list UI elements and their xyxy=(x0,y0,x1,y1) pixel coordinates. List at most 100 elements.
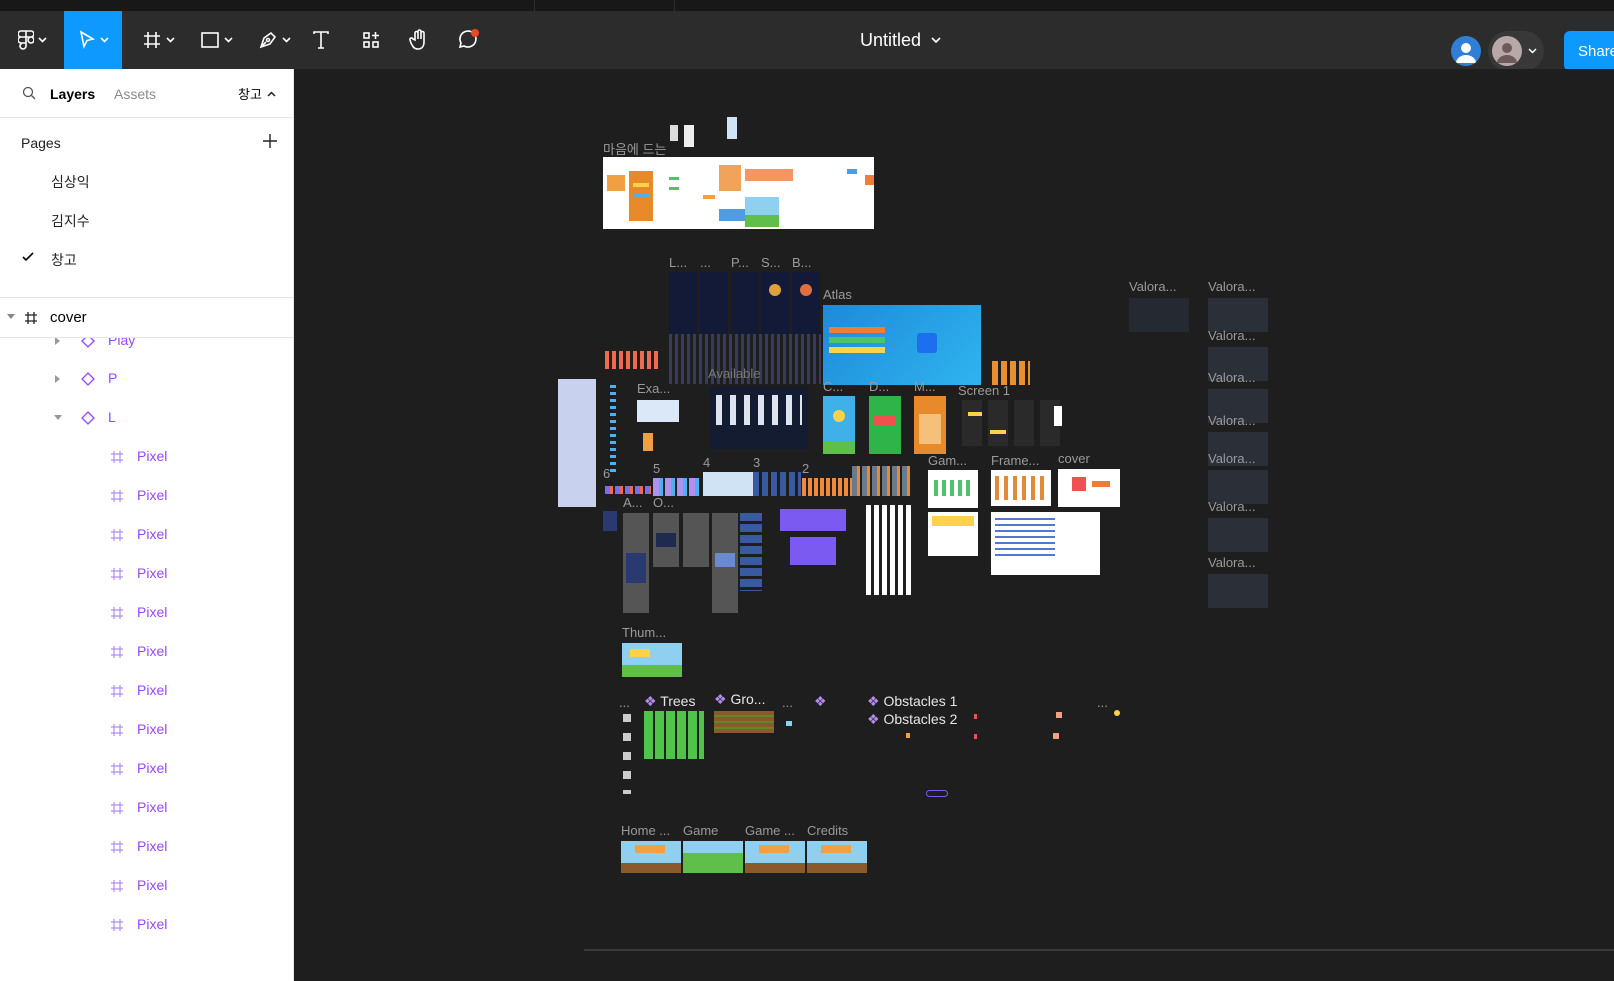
frame-thumbnail[interactable] xyxy=(780,509,846,531)
chevron-down-icon[interactable] xyxy=(7,314,15,320)
icon-row[interactable] xyxy=(605,351,661,369)
add-page-icon[interactable] xyxy=(262,133,278,149)
component-cloud[interactable] xyxy=(786,721,792,726)
frame-thumbnail[interactable] xyxy=(1208,298,1268,332)
frame-thumbnail[interactable] xyxy=(731,272,759,334)
move-tool-button[interactable] xyxy=(64,11,122,69)
layer-frame[interactable]: Pixel xyxy=(0,516,293,554)
frame-thumbnail[interactable] xyxy=(962,400,1062,446)
frame-thumbnail[interactable] xyxy=(653,478,699,496)
resources-tool-button[interactable] xyxy=(356,11,386,69)
frame-thumbnail[interactable] xyxy=(712,513,738,613)
frame-thumbnail[interactable] xyxy=(914,396,946,454)
frame-thumbnail[interactable] xyxy=(622,643,682,677)
frame-thumbnail[interactable] xyxy=(653,513,679,567)
collaborator-menu[interactable] xyxy=(1488,31,1544,71)
frame-thumbnail[interactable] xyxy=(790,537,836,565)
canvas-scrollbar[interactable] xyxy=(584,949,1614,951)
layer-frame[interactable]: Pixel xyxy=(0,711,293,749)
tab-assets[interactable]: Assets xyxy=(114,86,156,102)
frame-thumbnail[interactable] xyxy=(852,466,912,496)
user-avatar[interactable] xyxy=(1451,36,1481,66)
file-title[interactable]: Untitled xyxy=(860,11,941,69)
frame-thumbnail[interactable] xyxy=(700,272,728,334)
component-button[interactable] xyxy=(926,790,948,797)
frame-thumbnail[interactable] xyxy=(753,472,801,496)
frame-thumbnail[interactable] xyxy=(991,512,1100,575)
layer-frame[interactable]: Pixel xyxy=(0,633,293,671)
layer-component[interactable]: L xyxy=(0,399,293,437)
design-canvas[interactable]: 마음에 드는 L... ... P... S... B... Atlas Exa… xyxy=(294,69,1614,981)
chevron-down-icon[interactable] xyxy=(54,415,62,421)
layer-frame[interactable]: Pixel xyxy=(0,594,293,632)
layer-frame[interactable]: Pixel xyxy=(0,828,293,866)
frame-thumbnail[interactable] xyxy=(558,379,596,507)
frame-thumbnail[interactable] xyxy=(683,513,709,567)
frame-thumbnail[interactable] xyxy=(991,470,1051,506)
frame-thumbnail[interactable] xyxy=(802,478,852,496)
component-coin[interactable] xyxy=(1114,710,1120,716)
frame-home[interactable] xyxy=(621,841,681,873)
frame-favorites[interactable] xyxy=(603,157,874,229)
layer-frame[interactable]: Pixel xyxy=(0,906,293,944)
frame-thumbnail[interactable] xyxy=(1208,574,1268,608)
component-obstacle[interactable] xyxy=(974,734,977,739)
page-item[interactable]: 김지수 xyxy=(0,203,293,237)
frame-thumbnail[interactable] xyxy=(605,486,651,494)
frame-thumbnail[interactable] xyxy=(928,470,978,508)
text-tool-button[interactable] xyxy=(306,11,336,69)
shape-tool-button[interactable] xyxy=(192,11,240,69)
layer-frame[interactable]: Pixel xyxy=(0,438,293,476)
layer-frame[interactable]: Pixel xyxy=(0,867,293,905)
layer-component[interactable]: P xyxy=(0,360,293,398)
frame-thumbnail[interactable] xyxy=(684,125,694,147)
frame-thumbnail[interactable] xyxy=(703,472,753,496)
tab-layers[interactable]: Layers xyxy=(50,86,95,102)
frame-game[interactable] xyxy=(683,841,743,873)
frame-game-over[interactable] xyxy=(745,841,805,873)
frame-thumbnail[interactable] xyxy=(740,513,762,591)
chevron-right-icon[interactable] xyxy=(55,375,61,383)
share-button[interactable]: Share xyxy=(1564,31,1614,71)
layer-frame[interactable]: Pixel xyxy=(0,555,293,593)
page-item-selected[interactable]: 창고 xyxy=(0,242,293,276)
main-menu-button[interactable] xyxy=(8,11,56,69)
search-icon[interactable] xyxy=(22,86,36,100)
component-trees[interactable] xyxy=(644,711,704,759)
frame-thumbnail[interactable] xyxy=(623,513,649,613)
layer-frame[interactable]: Pixel xyxy=(0,789,293,827)
frame-cover[interactable] xyxy=(1058,469,1120,507)
comment-tool-button[interactable] xyxy=(452,11,484,69)
frame-tool-button[interactable] xyxy=(134,11,182,69)
frame-thumbnail[interactable] xyxy=(992,361,1030,385)
layer-frame[interactable]: Pixel xyxy=(0,750,293,788)
frame-thumbnail[interactable] xyxy=(669,272,697,334)
component-obstacle[interactable] xyxy=(906,733,910,738)
frame-thumbnail[interactable] xyxy=(670,125,678,141)
layer-frame[interactable]: Pixel xyxy=(0,672,293,710)
component-obstacle[interactable] xyxy=(1056,712,1062,718)
frame-thumbnail[interactable] xyxy=(1129,298,1189,332)
frame-thumbnail[interactable] xyxy=(603,511,617,531)
component-ground[interactable] xyxy=(714,711,774,733)
component-set[interactable] xyxy=(623,714,631,794)
frame-thumbnail[interactable] xyxy=(637,400,679,422)
hand-tool-button[interactable] xyxy=(404,11,434,69)
frame-thumbnail[interactable] xyxy=(1208,518,1268,552)
frame-atlas[interactable] xyxy=(823,305,981,385)
current-page-toggle[interactable]: 창고 xyxy=(238,84,276,103)
component-obstacle[interactable] xyxy=(974,714,977,719)
frame-thumbnail[interactable] xyxy=(792,272,820,334)
layer-frame[interactable]: Pixel xyxy=(0,477,293,515)
frame-thumbnail[interactable] xyxy=(643,433,653,451)
frame-thumbnail[interactable] xyxy=(727,117,737,139)
frame-thumbnail[interactable] xyxy=(928,512,978,556)
page-item[interactable]: 심상익 xyxy=(0,164,293,198)
chevron-right-icon[interactable] xyxy=(55,337,61,345)
frame-thumbnail[interactable] xyxy=(761,272,789,334)
component-obstacle[interactable] xyxy=(1053,733,1059,739)
frame-thumbnail[interactable] xyxy=(869,396,901,454)
frame-thumbnail[interactable] xyxy=(610,385,616,475)
pen-tool-button[interactable] xyxy=(250,11,298,69)
frame-thumbnail[interactable] xyxy=(823,396,855,454)
